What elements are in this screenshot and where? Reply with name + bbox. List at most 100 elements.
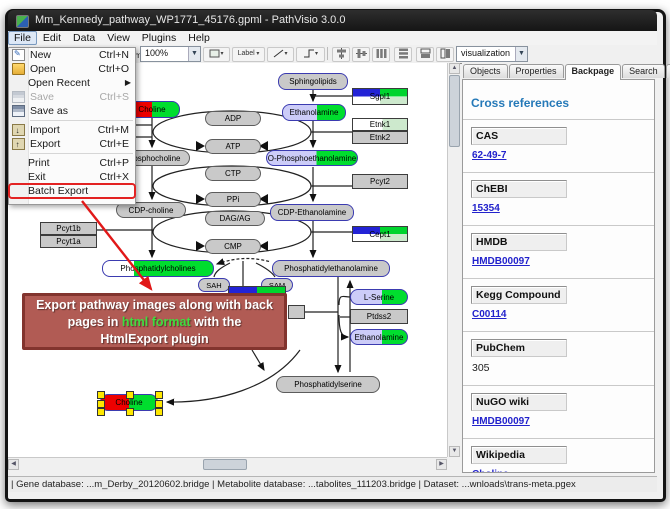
xref-source-kegg-compound: Kegg Compound	[471, 286, 567, 304]
file-menu-item-export[interactable]: ExportCtrl+E	[9, 137, 135, 151]
menu-file[interactable]: File	[8, 31, 37, 45]
line-tool-button[interactable]: ▾	[267, 47, 294, 62]
node-label: DAG/AG	[219, 214, 250, 223]
file-menu-item-save[interactable]: SaveCtrl+S	[9, 90, 135, 104]
vertical-scroll-thumb[interactable]	[449, 75, 460, 147]
chevron-down-icon[interactable]: ▼	[515, 47, 527, 61]
file-menu-item-open[interactable]: OpenCtrl+O	[9, 62, 135, 76]
node-sphingolipids[interactable]: Sphingolipids	[278, 73, 348, 90]
xref-value-nugo-wiki[interactable]: HMDB00097	[472, 416, 530, 427]
callout-highlight: html format	[122, 315, 191, 329]
file-menu-item-batch-export[interactable]: Batch Export	[9, 184, 135, 198]
align-center-y-icon	[356, 48, 367, 59]
tab-search[interactable]: Search	[622, 64, 665, 78]
node-pcyt1b[interactable]: Pcyt1b	[40, 222, 97, 235]
canvas-horizontal-scrollbar[interactable]: ◀ ▶	[8, 457, 447, 470]
file-menu-item-exit[interactable]: ExitCtrl+X	[9, 170, 135, 184]
scroll-left-icon[interactable]: ◀	[8, 459, 19, 470]
xref-value-kegg-compound[interactable]: C00114	[472, 309, 506, 320]
node-cept1[interactable]: Cept1	[352, 226, 408, 242]
callout-line3: HtmlExport plugin	[100, 332, 208, 346]
chevron-down-icon[interactable]: ▼	[188, 47, 200, 61]
scroll-up-icon[interactable]: ▲	[449, 63, 460, 74]
tab-legend[interactable]: Legend	[666, 64, 670, 78]
node-label: Sgpl1	[370, 92, 390, 101]
node-ethanolamine[interactable]: Ethanolamine	[282, 104, 346, 121]
xref-value-chebi[interactable]: 15354	[472, 203, 500, 214]
node-pcyt2[interactable]: Pcyt2	[352, 174, 408, 189]
scroll-right-icon[interactable]: ▶	[436, 459, 447, 470]
node-l-serine[interactable]: L-Serine	[350, 289, 408, 305]
node-ptdss2[interactable]: Ptdss2	[350, 309, 408, 324]
menu-help[interactable]: Help	[182, 31, 216, 45]
node-ctp[interactable]: CTP	[205, 166, 261, 181]
scroll-down-icon[interactable]: ▼	[449, 446, 460, 457]
label-tool-button[interactable]: Label ▾	[232, 47, 265, 62]
common-width-button[interactable]	[416, 47, 434, 62]
tab-properties[interactable]: Properties	[509, 64, 564, 78]
xref-value-hmdb[interactable]: HMDB00097	[472, 256, 530, 267]
selection-handle[interactable]	[97, 408, 105, 416]
title-bar[interactable]: Mm_Kennedy_pathway_WP1771_45176.gpml - P…	[8, 10, 657, 31]
visualization-combobox[interactable]: visualization ▼	[456, 46, 528, 62]
menu-item-label: Save as	[30, 104, 129, 118]
distribute-horizontal-button[interactable]	[372, 47, 390, 62]
node-label: CDP-Ethanolamine	[278, 208, 346, 217]
tab-backpage[interactable]: Backpage	[565, 64, 622, 80]
node-ppi[interactable]: PPi	[205, 192, 261, 207]
node-cdp-ethanolamine[interactable]: CDP-Ethanolamine	[270, 204, 354, 221]
node-atp[interactable]: ATP	[205, 139, 261, 154]
file-menu-item-print[interactable]: PrintCtrl+P	[9, 156, 135, 170]
selection-handle[interactable]	[155, 408, 163, 416]
node-etnk2[interactable]: Etnk2	[352, 131, 408, 144]
node-o-phosphoethanolamine[interactable]: O-Phosphoethanolamine	[266, 150, 358, 166]
selection-handle[interactable]	[155, 391, 163, 399]
datanode-tool-button[interactable]: ▾	[203, 47, 230, 62]
selection-handle[interactable]	[97, 400, 105, 408]
node-cmp[interactable]: CMP	[205, 239, 261, 254]
node-pcyt1a[interactable]: Pcyt1a	[40, 235, 97, 248]
node-etnk1[interactable]: Etnk1	[352, 118, 408, 131]
selection-handle[interactable]	[126, 408, 134, 416]
node-label: CDP-choline	[129, 206, 174, 215]
no-icon	[12, 186, 23, 196]
xref-value-wikipedia[interactable]: Choline	[472, 469, 509, 473]
backpage-panel[interactable]: Cross references CAS62-49-7ChEBI15354HMD…	[462, 79, 655, 473]
menu-edit[interactable]: Edit	[37, 31, 67, 45]
node-dag-ag[interactable]: DAG/AG	[205, 211, 265, 226]
menu-view[interactable]: View	[101, 31, 136, 45]
gene-box[interactable]	[288, 305, 305, 319]
node-adp[interactable]: ADP	[205, 111, 261, 126]
menu-data[interactable]: Data	[67, 31, 101, 45]
node-phosphatidylethanolamine[interactable]: Phosphatidylethanolamine	[272, 260, 390, 277]
file-menu-item-import[interactable]: ImportCtrl+M	[9, 123, 135, 137]
file-menu-item-save-as[interactable]: Save as	[9, 104, 135, 118]
menu-plugins[interactable]: Plugins	[136, 31, 182, 45]
node-phosphatidylcholines[interactable]: Phosphatidylcholines	[102, 260, 214, 277]
selection-handle[interactable]	[155, 400, 163, 408]
node-ethanolamine[interactable]: Ethanolamine	[350, 329, 408, 345]
section-divider	[463, 331, 654, 332]
align-center-y-button[interactable]	[352, 47, 370, 62]
node-phosphatidylserine[interactable]: Phosphatidylserine	[276, 376, 380, 393]
file-menu-item-new[interactable]: NewCtrl+N	[9, 48, 135, 62]
node-label: Cept1	[369, 230, 390, 239]
align-center-x-button[interactable]	[332, 47, 350, 62]
selection-handle[interactable]	[97, 391, 105, 399]
xref-value-cas[interactable]: 62-49-7	[472, 150, 506, 161]
file-menu-item-open-recent[interactable]: Open Recent▶	[9, 76, 135, 90]
callout-line1: Export pathway images along with back	[36, 298, 273, 312]
node-sgpl1[interactable]: Sgpl1	[352, 88, 408, 105]
selection-handle[interactable]	[126, 391, 134, 399]
tab-objects[interactable]: Objects	[463, 64, 508, 78]
node-choline[interactable]: Choline	[100, 394, 158, 411]
canvas-vertical-scrollbar[interactable]: ▲ ▼	[447, 63, 460, 457]
menu-item-label: Print	[28, 156, 100, 170]
common-height-button[interactable]	[436, 47, 454, 62]
distribute-vertical-icon	[398, 48, 409, 59]
distribute-vertical-button[interactable]	[394, 47, 412, 62]
horizontal-scroll-thumb[interactable]	[203, 459, 247, 470]
connector-tool-button[interactable]: ▾	[296, 47, 325, 62]
node-sah[interactable]: SAH	[198, 278, 230, 292]
zoom-combobox[interactable]: 100% ▼	[140, 46, 201, 62]
